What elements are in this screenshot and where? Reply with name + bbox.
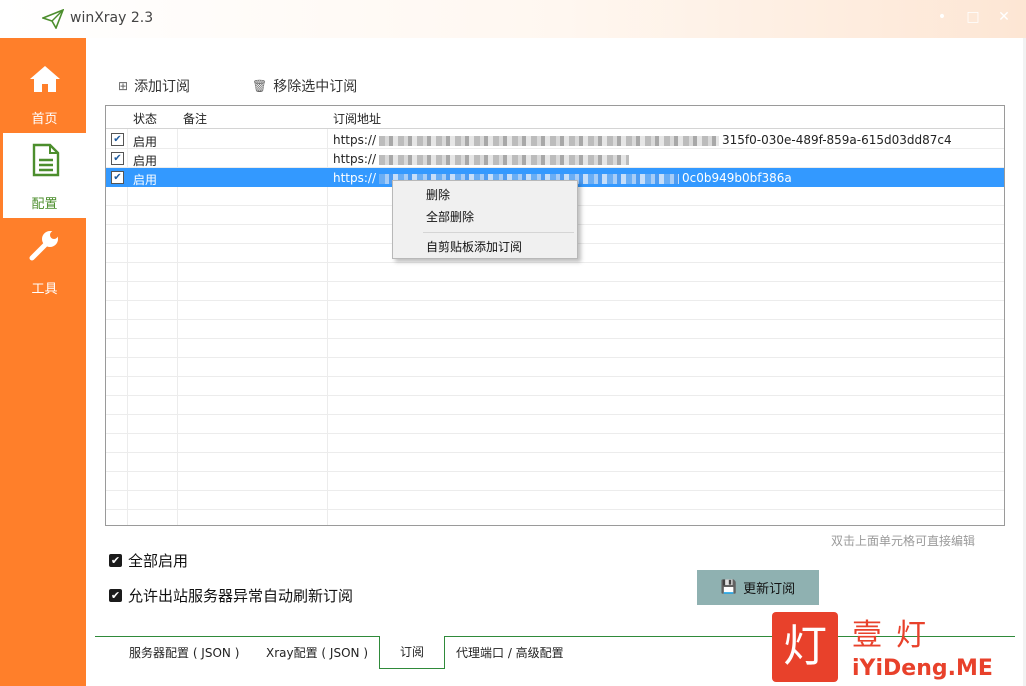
add-subscription-button[interactable]: ⊞ 添加订阅 bbox=[118, 76, 190, 96]
row-line bbox=[106, 357, 1004, 358]
menu-separator bbox=[423, 232, 574, 233]
auto-refresh-label: 允许出站服务器异常自动刷新订阅 bbox=[128, 587, 354, 605]
row-line bbox=[106, 509, 1004, 510]
row-line bbox=[106, 414, 1004, 415]
row-line bbox=[106, 300, 1004, 301]
status-cell[interactable]: 启用 bbox=[133, 133, 157, 150]
sidebar-item-label: 首页 bbox=[31, 112, 58, 127]
url-suffix: 315f0-030e-489f-859a-615d03dd87c4 bbox=[722, 133, 952, 147]
url-prefix: https:// bbox=[333, 152, 377, 166]
column-header-remark[interactable]: 备注 bbox=[183, 110, 207, 127]
minimize-button[interactable]: • bbox=[929, 6, 955, 28]
update-subscription-label: 更新订阅 bbox=[743, 582, 796, 597]
table-row[interactable]: ✔ 启用 https:// 315f0-030e-489f-859a-615d03… bbox=[106, 130, 1004, 149]
row-line bbox=[106, 376, 1004, 377]
trash-icon: 🗑 bbox=[252, 79, 268, 93]
add-subscription-label: 添加订阅 bbox=[134, 79, 191, 95]
subscription-grid[interactable]: 状态 备注 订阅地址 ✔ 启用 https:// 315f0-030e-489f-… bbox=[105, 105, 1005, 526]
redacted-text bbox=[379, 154, 630, 165]
save-icon: 💾 bbox=[720, 580, 738, 595]
home-icon bbox=[30, 66, 60, 92]
url-cell[interactable]: https:// bbox=[333, 152, 632, 166]
tab-server-config[interactable]: 服务器配置 ( JSON ) bbox=[129, 644, 239, 661]
url-prefix: https:// bbox=[333, 171, 377, 185]
url-suffix: 0c0b949b0bf386a bbox=[682, 171, 792, 185]
remove-selected-label: 移除选中订阅 bbox=[273, 79, 358, 95]
row-line bbox=[106, 262, 1004, 263]
enable-all-label: 全部启用 bbox=[128, 552, 189, 570]
sidebar-item-tools[interactable]: 工具 bbox=[3, 218, 86, 303]
maximize-button[interactable]: □ bbox=[960, 6, 986, 28]
sidebar: 首页 配置 工具 bbox=[0, 38, 86, 686]
status-cell[interactable]: 启用 bbox=[133, 171, 157, 188]
close-button[interactable]: ✕ bbox=[991, 6, 1017, 28]
sidebar-item-label: 工具 bbox=[31, 282, 58, 297]
enable-all-checkbox[interactable]: ✔ 全部启用 bbox=[109, 550, 188, 571]
watermark-title: 壹灯 bbox=[852, 618, 940, 653]
checkbox-checked-icon: ✔ bbox=[109, 589, 122, 602]
url-prefix: https:// bbox=[333, 133, 377, 147]
tab-xray-config[interactable]: Xray配置 ( JSON ) bbox=[266, 644, 368, 661]
plus-square-icon: ⊞ bbox=[118, 79, 129, 93]
row-line bbox=[106, 490, 1004, 491]
paper-plane-icon bbox=[42, 9, 64, 29]
sidebar-item-label: 配置 bbox=[31, 197, 58, 212]
row-checkbox[interactable]: ✔ bbox=[111, 171, 124, 184]
row-line bbox=[106, 433, 1004, 434]
row-checkbox[interactable]: ✔ bbox=[111, 152, 124, 165]
document-icon bbox=[32, 143, 60, 177]
row-line bbox=[106, 452, 1004, 453]
checkbox-checked-icon: ✔ bbox=[109, 554, 122, 567]
row-line bbox=[106, 319, 1004, 320]
redacted-text bbox=[379, 135, 720, 146]
wrench-icon bbox=[29, 231, 58, 261]
status-cell[interactable]: 启用 bbox=[133, 152, 157, 169]
watermark-seal: 灯 bbox=[772, 612, 838, 682]
url-cell[interactable]: https:// 315f0-030e-489f-859a-615d03dd87c… bbox=[333, 133, 952, 147]
menu-item-delete[interactable]: 删除 bbox=[426, 186, 450, 203]
update-subscription-button[interactable]: 💾 更新订阅 bbox=[697, 570, 819, 605]
row-line bbox=[106, 471, 1004, 472]
window-title: winXray 2.3 bbox=[70, 10, 154, 26]
tab-proxy-advanced[interactable]: 代理端口 / 高级配置 bbox=[456, 644, 564, 661]
row-line bbox=[106, 281, 1004, 282]
edit-hint: 双击上面单元格可直接编辑 bbox=[831, 534, 976, 548]
row-line bbox=[106, 338, 1004, 339]
title-bar: winXray 2.3 • □ ✕ bbox=[0, 0, 1026, 38]
watermark-site: iYiDeng.ME bbox=[852, 656, 993, 681]
grid-header: 状态 备注 订阅地址 bbox=[106, 106, 1004, 129]
sidebar-item-home[interactable]: 首页 bbox=[3, 48, 86, 133]
remove-selected-button[interactable]: 🗑 移除选中订阅 bbox=[252, 76, 357, 96]
menu-item-add-from-clipboard[interactable]: 自剪贴板添加订阅 bbox=[426, 238, 522, 255]
row-checkbox[interactable]: ✔ bbox=[111, 133, 124, 146]
column-header-status[interactable]: 状态 bbox=[133, 110, 157, 127]
menu-item-delete-all[interactable]: 全部删除 bbox=[426, 208, 474, 225]
watermark: 灯 壹灯 iYiDeng.ME bbox=[772, 612, 994, 684]
tab-subscription[interactable]: 订阅 bbox=[379, 636, 445, 669]
sidebar-item-config[interactable]: 配置 bbox=[3, 133, 86, 218]
row-line bbox=[106, 395, 1004, 396]
table-row[interactable]: ✔ 启用 https:// bbox=[106, 149, 1004, 168]
column-header-url[interactable]: 订阅地址 bbox=[333, 110, 381, 127]
auto-refresh-checkbox[interactable]: ✔ 允许出站服务器异常自动刷新订阅 bbox=[109, 585, 353, 606]
context-menu: 删除 全部删除 自剪贴板添加订阅 bbox=[392, 180, 578, 259]
